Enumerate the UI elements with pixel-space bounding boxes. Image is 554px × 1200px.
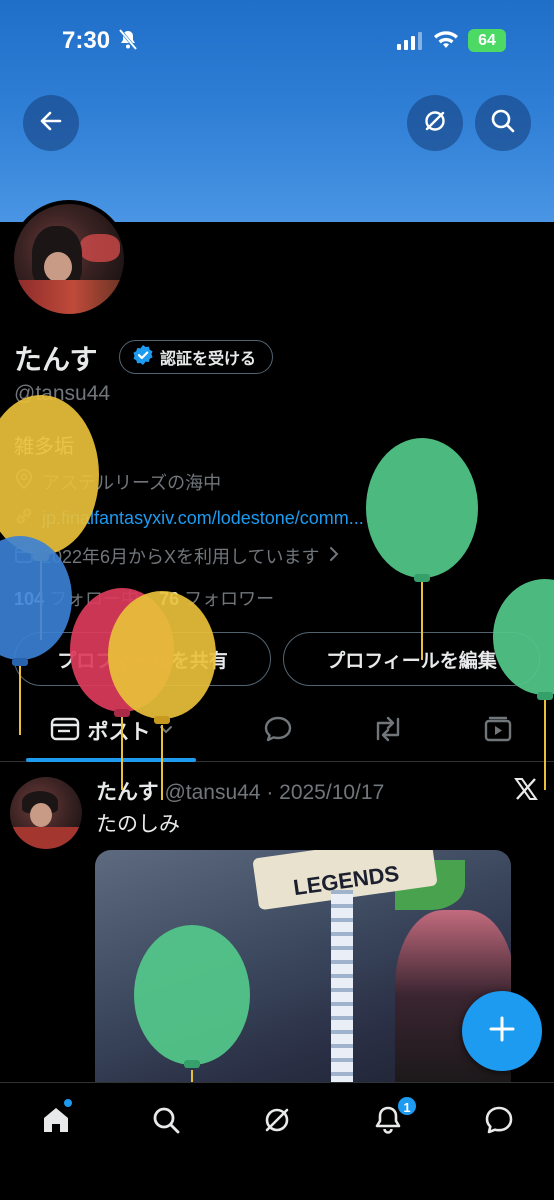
bottom-navigation: 1 <box>0 1082 554 1200</box>
profile-location: アステルリーズの海中 <box>14 468 221 495</box>
following-count: 104 <box>14 589 45 609</box>
profile-tabs: ポスト <box>0 700 554 762</box>
grok-icon <box>261 1104 293 1141</box>
home-icon <box>40 1104 72 1141</box>
back-button[interactable] <box>23 95 79 151</box>
reply-bubble-icon <box>263 715 293 748</box>
follow-stats: 104 フォロー中 76 フォロワー <box>14 585 274 611</box>
search-icon <box>489 107 517 140</box>
nav-search[interactable] <box>141 1097 191 1147</box>
media-icon <box>483 715 513 748</box>
status-bar: 7:30 64 <box>0 0 554 84</box>
profile-name: たんす <box>14 344 98 375</box>
website-link[interactable]: jp.finalfantasyxiv.com/lodestone/comm... <box>42 508 364 529</box>
compose-post-button[interactable] <box>462 991 542 1071</box>
repost-icon <box>371 715 405 748</box>
search-icon <box>150 1104 182 1141</box>
chevron-down-icon <box>159 722 173 740</box>
grok-button[interactable] <box>407 95 463 151</box>
location-pin-icon <box>14 468 34 495</box>
posts-tab-icon <box>50 716 80 747</box>
message-bubble-icon <box>483 1104 515 1141</box>
following-link[interactable]: 104 フォロー中 <box>14 589 139 609</box>
tab-posts[interactable]: ポスト <box>26 700 196 762</box>
search-button[interactable] <box>475 95 531 151</box>
post-author-avatar[interactable] <box>10 777 82 849</box>
cellular-signal-icon <box>397 32 423 55</box>
profile-joined[interactable]: 2022年6月からXを利用しています <box>14 543 340 569</box>
plus-icon <box>487 1014 517 1049</box>
get-verified-button[interactable]: 認証を受ける <box>119 340 274 374</box>
link-icon <box>14 506 34 531</box>
wifi-icon <box>433 30 459 55</box>
tab-reposts[interactable] <box>358 700 418 762</box>
nav-home[interactable] <box>31 1097 81 1147</box>
x-logo-icon <box>513 776 539 807</box>
edit-profile-button[interactable]: プロフィールを編集 <box>283 632 540 686</box>
tab-posts-label: ポスト <box>87 721 151 744</box>
profile-avatar[interactable] <box>10 200 128 318</box>
profile-bio: 雑多垢 <box>14 436 74 458</box>
balloon-green-right-top <box>366 438 478 660</box>
tab-media[interactable] <box>468 700 528 762</box>
battery-indicator: 64 <box>468 29 506 52</box>
followers-count: 76 <box>159 589 180 609</box>
post-handle-date: @tansu44 · 2025/10/17 <box>164 781 385 804</box>
grok-icon <box>421 107 449 140</box>
post-text: たのしみ <box>96 813 180 836</box>
followers-label: フォロワー <box>184 589 275 609</box>
home-unread-dot <box>64 1099 72 1107</box>
nav-grok[interactable] <box>252 1097 302 1147</box>
profile-handle: @tansu44 <box>14 382 111 405</box>
bell-muted-icon <box>118 29 138 56</box>
location-text: アステルリーズの海中 <box>42 472 222 493</box>
post-header: たんす @tansu44 · 2025/10/17 <box>96 776 384 806</box>
chevron-right-icon <box>328 546 340 567</box>
profile-website[interactable]: jp.finalfantasyxiv.com/lodestone/comm... <box>14 506 364 531</box>
joined-text: 2022年6月からXを利用しています <box>42 547 320 567</box>
arrow-left-icon <box>38 108 64 139</box>
get-verified-label: 認証を受ける <box>160 351 257 368</box>
post-image[interactable]: LEGENDS <box>95 850 511 1100</box>
followers-link[interactable]: 76 フォロワー <box>159 589 274 609</box>
notifications-badge: 1 <box>396 1095 418 1117</box>
nav-messages[interactable] <box>474 1097 524 1147</box>
status-time: 7:30 <box>62 27 111 54</box>
following-label: フォロー中 <box>49 589 140 609</box>
post-author-name[interactable]: たんす <box>96 781 159 804</box>
tab-replies[interactable] <box>248 700 308 762</box>
verified-badge-icon <box>132 344 154 371</box>
share-profile-button[interactable]: プロフィールを共有 <box>14 632 271 686</box>
calendar-icon <box>14 544 34 569</box>
